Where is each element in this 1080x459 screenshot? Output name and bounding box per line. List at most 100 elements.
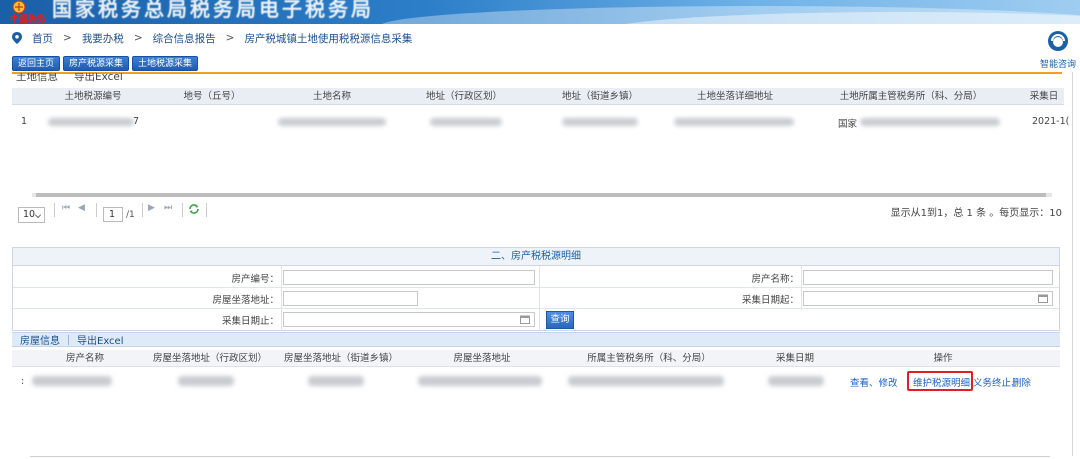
breadcrumb-separator: >: [63, 32, 72, 44]
chevron-down-icon: [35, 212, 41, 218]
toolbar: 返回主页 房产税源采集 土地税源采集: [12, 56, 199, 71]
collect-date: 2021-1(: [1032, 116, 1070, 127]
land-tabs: 土地信息 导出Excel: [16, 73, 123, 83]
house-info-bar: 房屋信息 导出Excel: [12, 332, 1060, 347]
form-row: 房产编号： 房产名称：: [13, 267, 1059, 288]
prev-page-icon[interactable]: ◀: [78, 203, 85, 213]
land-info-tab[interactable]: 土地信息: [16, 73, 58, 83]
house-info-tab[interactable]: 房屋信息: [20, 332, 60, 347]
redacted-cell: [418, 376, 542, 386]
house-export-excel[interactable]: 导出Excel: [77, 332, 124, 347]
page-number-input[interactable]: 1: [103, 207, 123, 222]
pager-divider: [54, 203, 55, 217]
house-no-label: 房产编号：: [231, 274, 279, 285]
calendar-icon[interactable]: [1038, 294, 1048, 303]
smart-consult-label: 智能咨询: [1039, 60, 1076, 70]
page-root: 中国税务 国家税务总局税务局电子税务局 首页 > 我要办税 > 综合信息报告 >…: [0, 0, 1080, 459]
breadcrumb-do-tax[interactable]: 我要办税: [82, 31, 124, 46]
site-title: 国家税务总局税务局电子税务局: [52, 0, 374, 21]
bottom-divider: [30, 456, 1050, 457]
table-row[interactable]: 1 7 国家 2021-1(: [12, 108, 1069, 136]
breadcrumb-separator: >: [225, 32, 235, 44]
redacted-cell: [768, 376, 824, 386]
view-edit-link[interactable]: 查看、修改: [850, 375, 898, 389]
pager-divider: [182, 203, 183, 217]
col-house-street-town: 房屋坐落地址（街道乡镇）: [283, 353, 399, 364]
first-page-icon[interactable]: ⏮: [62, 203, 70, 213]
location-pin-icon: [12, 32, 22, 44]
form-row: 采集日期止：: [13, 309, 1059, 330]
col-house-address: 房屋坐落地址: [453, 353, 511, 364]
delete-link[interactable]: 删除: [1012, 375, 1031, 389]
col-street-town: 地址（街道乡镇）: [561, 91, 639, 102]
last-page-icon[interactable]: ⏭: [164, 203, 172, 213]
form-divider: [539, 266, 540, 331]
redacted-cell: [568, 376, 724, 386]
house-collect-button[interactable]: 房产税源采集: [63, 56, 130, 71]
collect-end-input[interactable]: [283, 312, 535, 327]
back-home-button[interactable]: 返回主页: [12, 56, 61, 71]
pager-divider: [96, 203, 97, 217]
tab-divider: [68, 334, 69, 345]
pagination: 10 ⏮ ◀ 1 /1 ▶ ⏭ 显示从1到1，总 1 条 。每页显示：10: [12, 201, 1064, 225]
page-size-value: 10: [23, 209, 36, 220]
redacted-cell: [178, 376, 234, 386]
row-number: 1: [21, 116, 28, 127]
land-collect-button[interactable]: 土地税源采集: [132, 56, 199, 71]
col-tax-office: 土地所属主管税务所（科、分局）: [839, 91, 983, 102]
col-house-name: 房产名称: [65, 353, 105, 364]
form-divider: [281, 266, 282, 331]
redacted-cell: [278, 118, 386, 126]
scrollbar-thumb[interactable]: [36, 193, 1046, 197]
collect-start-input[interactable]: [803, 291, 1053, 306]
house-table-header: 房产名称 房屋坐落地址（行政区划） 房屋坐落地址（街道乡镇） 房屋坐落地址 所属…: [12, 350, 1060, 367]
page-size-select[interactable]: 10: [18, 207, 45, 223]
banner-logo-text: 中国税务: [10, 15, 47, 24]
calendar-icon[interactable]: [520, 315, 530, 324]
table-row[interactable]: : 查看、修改 维护税源明细、 义务终止、 删除: [12, 368, 1060, 392]
redacted-cell: [308, 376, 364, 386]
pager-divider: [142, 203, 143, 217]
house-address-label: 房屋坐落地址：: [212, 295, 279, 306]
redacted-cell: [674, 118, 794, 126]
breadcrumb-info-report[interactable]: 综合信息报告: [153, 31, 216, 46]
redacted-cell: [48, 118, 134, 126]
breadcrumb-separator: >: [133, 32, 143, 44]
land-export-excel[interactable]: 导出Excel: [74, 73, 123, 83]
breadcrumb-current: 房产税城镇土地使用税税源信息采集: [244, 32, 413, 45]
page-total: /1: [126, 210, 135, 220]
col-detail-address: 土地坐落详细地址: [696, 91, 774, 102]
col-land-source-no: 土地税源编号: [64, 91, 122, 102]
redacted-cell: [562, 118, 638, 126]
headset-assistant-icon: [1048, 31, 1068, 51]
header-banner: 中国税务 国家税务总局税务局电子税务局: [0, 0, 1080, 24]
collect-start-label: 采集日期起：: [741, 295, 799, 306]
house-no-input[interactable]: [283, 270, 535, 285]
collect-end-label: 采集日期止：: [221, 316, 279, 327]
redacted-cell: [860, 118, 1000, 126]
right-edge-line: [1072, 72, 1073, 456]
horizontal-scrollbar[interactable]: [32, 193, 1052, 197]
col-collect-date: 采集日: [1029, 91, 1059, 102]
col-parcel-no: 地号（丘号）: [183, 91, 241, 102]
next-page-icon[interactable]: ▶: [148, 203, 155, 213]
redacted-cell: [32, 376, 112, 386]
query-button[interactable]: 查询: [546, 311, 574, 329]
row-number: :: [21, 376, 25, 387]
breadcrumb-home[interactable]: 首页: [32, 31, 53, 46]
col-house-admin-region: 房屋坐落地址（行政区划）: [152, 353, 268, 364]
form-divider: [801, 266, 802, 310]
toolbar-divider: [12, 72, 1062, 74]
pagination-summary: 显示从1到1，总 1 条 。每页显示：10: [890, 208, 1062, 219]
house-address-input[interactable]: [283, 291, 418, 306]
col-operations: 操作: [933, 353, 953, 364]
breadcrumb: 首页 > 我要办税 > 综合信息报告 > 房产税城镇土地使用税税源信息采集: [12, 30, 412, 46]
house-name-input[interactable]: [803, 270, 1053, 285]
highlight-box: [907, 371, 973, 391]
tax-office-prefix: 国家: [838, 119, 858, 130]
smart-consult-button[interactable]: 智能咨询: [1038, 30, 1078, 70]
col-land-name: 土地名称: [312, 91, 352, 102]
house-source-form: 二、房产税税源明细 房产编号： 房产名称： 房屋坐落地址： 采集日期起： 采集日…: [12, 247, 1060, 331]
section-title: 二、房产税税源明细: [13, 248, 1059, 266]
refresh-icon[interactable]: [188, 203, 200, 215]
